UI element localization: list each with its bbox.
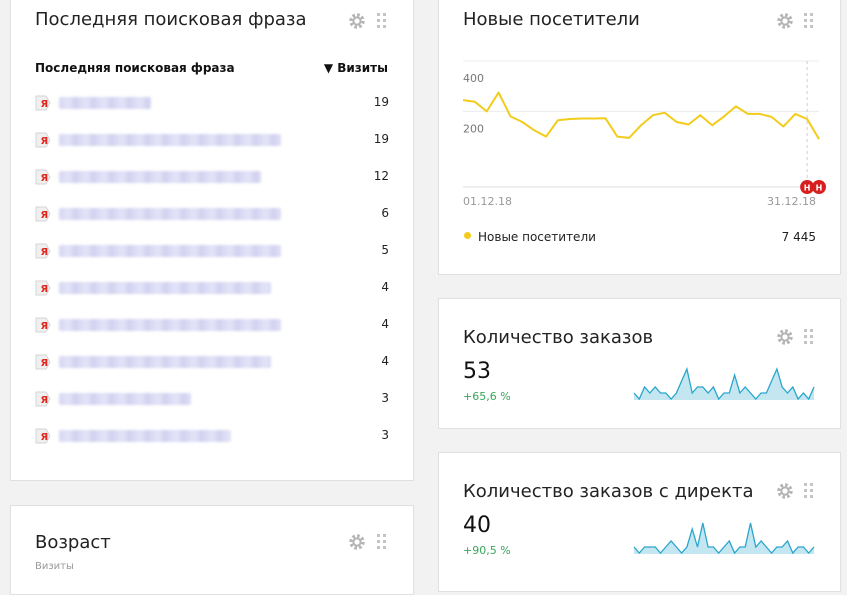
series-line-new-visitors: [462, 91, 820, 140]
annotation-marker-label: Н: [804, 184, 811, 193]
search-phrase-redacted[interactable]: [59, 134, 281, 146]
table-row[interactable]: Я 19: [35, 130, 389, 150]
search-phrase-redacted[interactable]: [59, 282, 271, 294]
y-tick-label: 400: [463, 72, 484, 85]
svg-text:Я: Я: [41, 358, 49, 369]
column-header-visits[interactable]: ▼ Визиты: [324, 61, 388, 75]
search-phrase-redacted[interactable]: [59, 319, 281, 331]
table-row[interactable]: Я5: [35, 241, 389, 261]
sparkline-area: [634, 523, 814, 554]
widget-title: Возраст: [35, 532, 111, 553]
svg-text:Я: Я: [41, 321, 49, 332]
orders-direct-widget: Количество заказов с директа 40 +90,5 %: [438, 452, 841, 592]
table-row[interactable]: Я 12: [35, 167, 389, 187]
annotation-marker-label: Н: [816, 184, 823, 193]
drag-handle-icon[interactable]: [804, 483, 814, 499]
new-visitors-line-chart[interactable]: 400 200 Н Н: [439, 0, 842, 211]
search-phrase-redacted[interactable]: [59, 430, 231, 442]
svg-text:Я: Я: [41, 395, 49, 406]
last-search-phrase-widget: Последняя поисковая фраза Последняя поис…: [10, 0, 414, 481]
table-row[interactable]: Я6: [35, 204, 389, 224]
metric-delta: +90,5 %: [463, 544, 511, 557]
drag-handle-icon[interactable]: [377, 13, 387, 29]
svg-text:Я: Я: [41, 432, 49, 443]
yandex-search-engine-icon: Я: [35, 243, 51, 259]
metric-delta: +65,6 %: [463, 390, 511, 403]
table-row[interactable]: Я 19: [35, 93, 389, 113]
visits-count: 4: [381, 317, 389, 331]
table-row[interactable]: Я4: [35, 315, 389, 335]
svg-text:Я: Я: [41, 247, 49, 258]
legend-color-dot: [464, 232, 471, 239]
yandex-search-engine-icon: Я: [35, 391, 51, 407]
yandex-search-engine-icon: Я: [35, 169, 51, 185]
visits-count: 3: [381, 428, 389, 442]
yandex-search-engine-icon: Я: [35, 354, 51, 370]
yandex-search-engine-icon: Я: [35, 428, 51, 444]
column-header-phrase: Последняя поисковая фраза: [35, 61, 235, 75]
drag-handle-icon[interactable]: [804, 329, 814, 345]
visits-count: 5: [381, 243, 389, 257]
visits-count: 6: [381, 206, 389, 220]
orders-count-widget: Количество заказов 53 +65,6 %: [438, 298, 841, 429]
visits-count: 12: [373, 169, 389, 183]
gear-icon[interactable]: [775, 327, 795, 347]
widget-subtitle: Визиты: [35, 561, 74, 572]
svg-text:Я: Я: [41, 210, 49, 221]
age-widget: Возраст Визиты: [10, 505, 414, 595]
search-phrase-redacted[interactable]: [59, 171, 261, 183]
search-phrase-redacted[interactable]: [59, 245, 281, 257]
search-phrase-redacted[interactable]: [59, 208, 281, 220]
visits-count: 4: [381, 354, 389, 368]
drag-handle-icon[interactable]: [377, 534, 387, 550]
widget-title: Количество заказов с директа: [463, 481, 754, 502]
orders-sparkline[interactable]: [633, 365, 815, 401]
search-phrase-redacted[interactable]: [59, 393, 191, 405]
metric-value: 40: [463, 513, 491, 538]
visits-count: 19: [373, 132, 389, 146]
visits-count: 3: [381, 391, 389, 405]
visits-count: 19: [373, 95, 389, 109]
x-axis-start-label: 01.12.18: [463, 195, 512, 208]
search-phrase-redacted[interactable]: [59, 97, 151, 109]
y-tick-label: 200: [463, 123, 484, 136]
svg-text:Я: Я: [41, 284, 49, 295]
yandex-search-engine-icon: Я: [35, 280, 51, 296]
table-row[interactable]: Я4: [35, 352, 389, 372]
table-row[interactable]: Я3: [35, 389, 389, 409]
metric-value: 53: [463, 359, 491, 384]
sparkline-area: [634, 369, 814, 400]
legend-label: Новые посетители: [478, 230, 596, 244]
visits-count: 4: [381, 280, 389, 294]
svg-text:Я: Я: [41, 136, 49, 147]
svg-text:Я: Я: [41, 173, 49, 184]
table-row[interactable]: Я4: [35, 278, 389, 298]
yandex-search-engine-icon: Я: [35, 206, 51, 222]
new-visitors-widget: Новые посетители 400 200 Н Н 01.12.18 31.12…: [438, 0, 841, 275]
yandex-search-engine-icon: Я: [35, 317, 51, 333]
legend-total: 7 445: [781, 230, 816, 244]
orders-direct-sparkline[interactable]: [633, 519, 815, 555]
table-row[interactable]: Я3: [35, 426, 389, 446]
yandex-search-engine-icon: Я: [35, 95, 51, 111]
search-phrase-redacted[interactable]: [59, 356, 271, 368]
widget-title: Последняя поисковая фраза: [35, 9, 307, 30]
widget-title: Количество заказов: [463, 327, 654, 348]
yandex-search-engine-icon: Я: [35, 132, 51, 148]
svg-text:Я: Я: [41, 99, 49, 110]
gear-icon[interactable]: [775, 481, 795, 501]
x-axis-end-label: 31.12.18: [767, 195, 816, 208]
gear-icon[interactable]: [347, 532, 367, 552]
gear-icon[interactable]: [347, 11, 367, 31]
